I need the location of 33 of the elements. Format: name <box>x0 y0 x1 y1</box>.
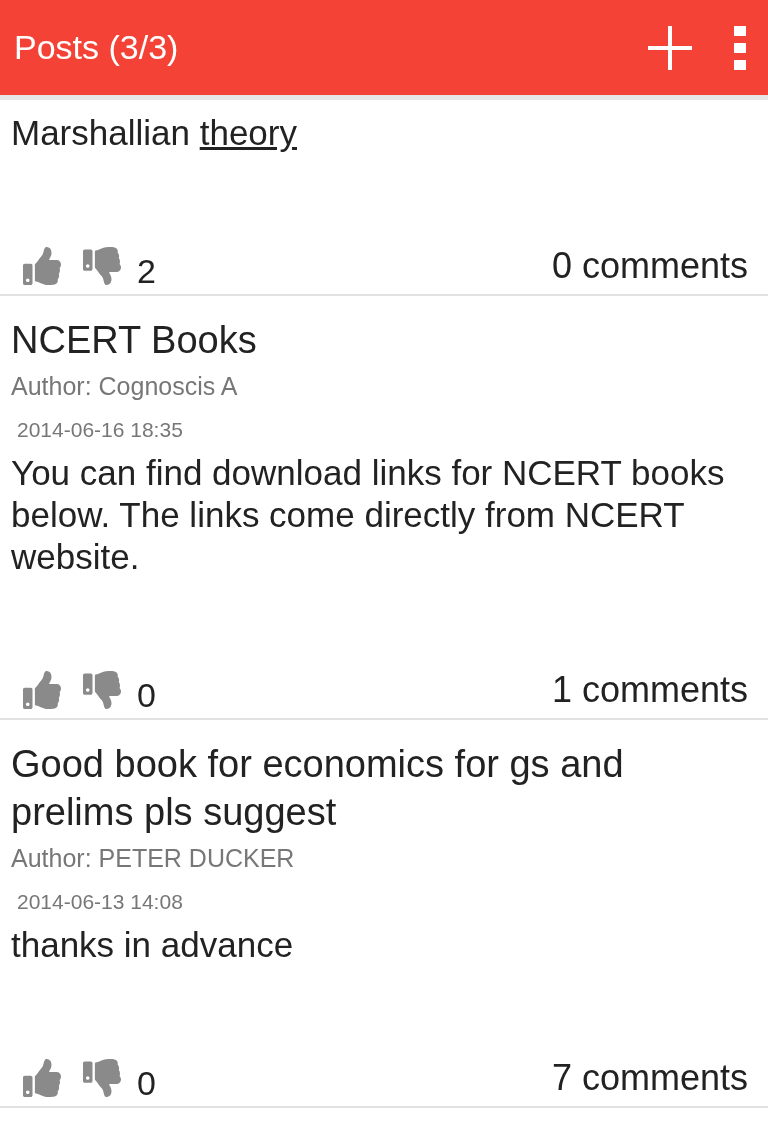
thumbs-down-icon <box>83 247 121 285</box>
link[interactable]: theory <box>199 113 297 152</box>
add-button[interactable] <box>646 23 694 72</box>
post-author: Author: Cognoscis A <box>11 371 239 402</box>
dislike-button[interactable] <box>83 247 121 285</box>
like-button[interactable] <box>23 247 61 285</box>
menu-icon <box>734 25 746 70</box>
vote-count: 0 <box>137 675 156 715</box>
comments-link[interactable]: 0 comments <box>551 245 748 287</box>
vote-count: 0 <box>137 1063 156 1103</box>
post-author: Author: PETER DUCKER <box>11 843 296 874</box>
dislike-button[interactable] <box>83 671 121 709</box>
like-button[interactable] <box>23 671 61 709</box>
comments-link[interactable]: 1 comments <box>551 669 748 711</box>
dislike-button[interactable] <box>83 1059 121 1097</box>
thumbs-up-icon <box>23 247 61 285</box>
post-date: 2014-06-13 14:08 <box>16 889 184 915</box>
thumbs-down-icon <box>83 671 121 709</box>
thumbs-up-icon <box>23 1059 61 1097</box>
plus-icon <box>646 23 694 72</box>
comments-link[interactable]: 7 comments <box>551 1057 748 1099</box>
thumbs-up-icon <box>23 671 61 709</box>
post-title[interactable]: NCERT Books <box>11 296 661 364</box>
post-title[interactable]: Good book for economics for gs and prelims pls suggest <box>11 720 661 836</box>
like-button[interactable] <box>23 1059 61 1097</box>
vote-count: 2 <box>137 251 156 291</box>
post-body: thanks in advance <box>11 924 295 966</box>
post-date: 2014-06-16 18:35 <box>16 417 184 443</box>
more-button[interactable] <box>734 25 746 70</box>
app-title: Posts (3/3) <box>14 28 180 67</box>
thumbs-down-icon <box>83 1059 121 1097</box>
post-body: You can find download links for NCERT books below. The links come directly from NCERT website. <box>11 452 726 578</box>
post-body: Marshallian theory <box>11 112 298 154</box>
